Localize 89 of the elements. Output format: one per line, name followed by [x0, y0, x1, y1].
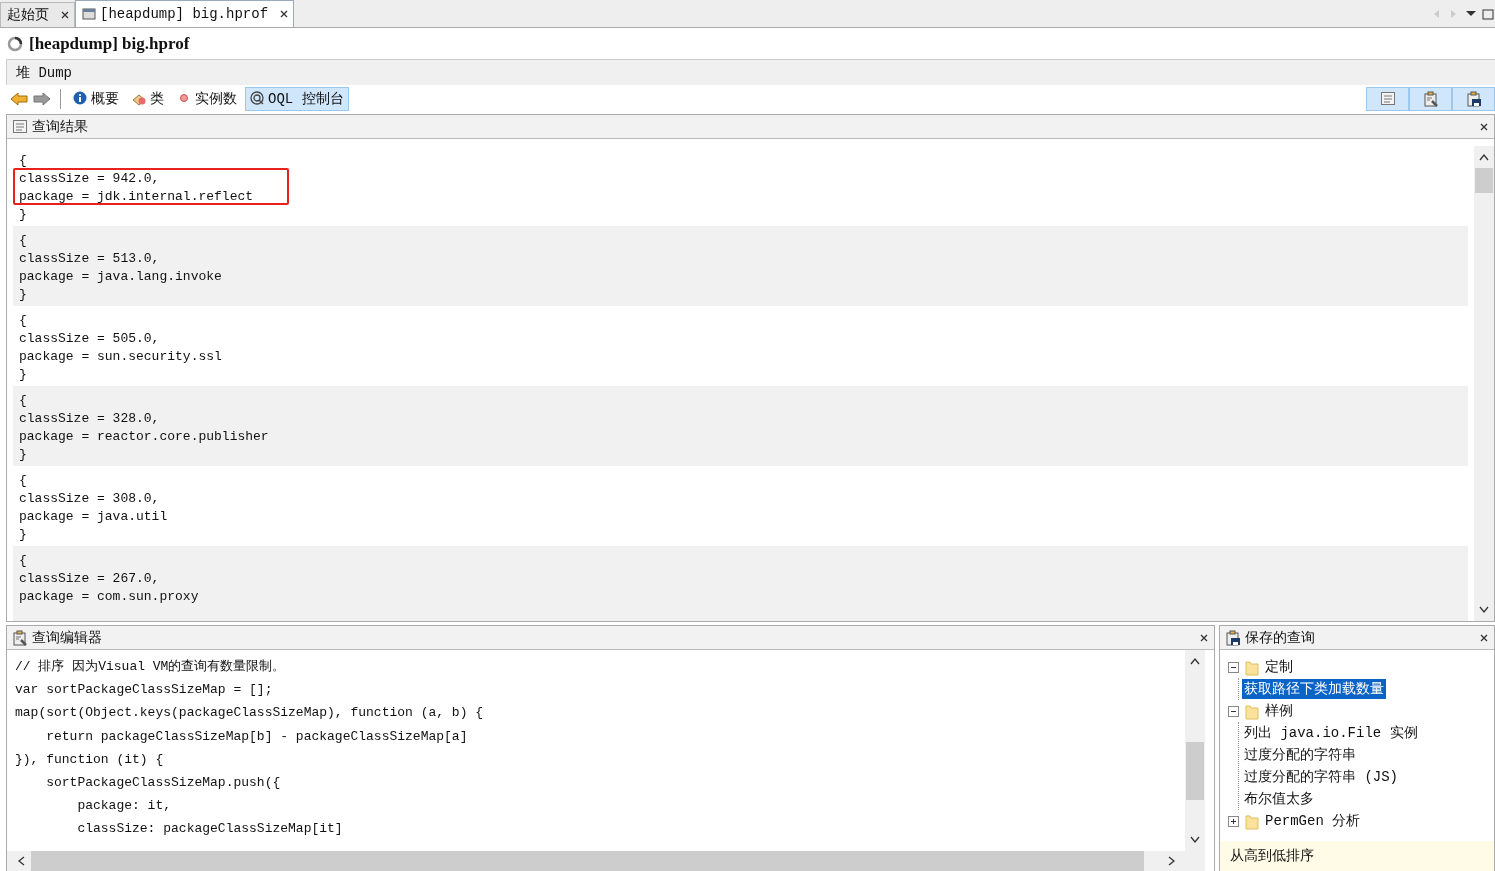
back-arrow-icon: [10, 91, 28, 106]
clipboard-icon: [1225, 629, 1241, 646]
result-line: classSize = 267.0,: [19, 570, 161, 588]
panel-title: 保存的查询: [1245, 628, 1315, 647]
code-line: map(sort(Object.keys(packageClassSizeMap), function (a, b) {: [15, 704, 485, 723]
result-line: {: [19, 312, 28, 330]
result-line: classSize = 328.0,: [19, 410, 161, 428]
window-icon: [82, 7, 96, 21]
result-line: package = sun.security.ssl: [19, 348, 223, 366]
document-icon: [12, 118, 28, 135]
result-line: classSize = 513.0,: [19, 250, 161, 268]
close-icon[interactable]: [61, 11, 69, 19]
scrollbar-thumb[interactable]: [1186, 742, 1204, 800]
close-icon[interactable]: [1200, 633, 1208, 642]
clipboard-icon: [1422, 90, 1439, 107]
clipboard-icon: [1465, 90, 1482, 107]
loading-icon: [7, 35, 23, 52]
document-icon: [1379, 90, 1396, 107]
panel-title: 查询编辑器: [32, 628, 102, 647]
folder-icon: [1245, 702, 1259, 720]
tree-item[interactable]: PermGen 分析: [1263, 811, 1363, 831]
result-line: {: [19, 232, 28, 250]
tree-item[interactable]: 列出 java.io.File 实例: [1242, 723, 1420, 743]
code-line: package: it,: [76, 797, 173, 816]
result-line: classSize = 942.0,: [19, 170, 161, 188]
result-line: package = java.util: [19, 508, 169, 526]
result-line: classSize = 308.0,: [19, 490, 161, 508]
result-line: package = reactor.core.publisher: [19, 428, 270, 446]
code-line: classSize: packageClassSizeMap[it]: [76, 820, 344, 839]
scrollbar[interactable]: [1474, 146, 1494, 621]
scroll-right-icon: [1168, 856, 1176, 866]
code-line: return packageClassSizeMap[b] - packageClassSizeMap[a]: [45, 727, 469, 746]
tree-item[interactable]: 样例: [1263, 701, 1295, 721]
result-line: package = com.sun.proxy: [19, 588, 200, 606]
scroll-up-icon: [1190, 657, 1200, 665]
toolbar-button[interactable]: 实例数: [172, 86, 242, 111]
close-icon[interactable]: [1480, 122, 1488, 131]
code-line: sortPackageClassSizeMap.push({: [45, 773, 282, 792]
tree-item[interactable]: 过度分配的字符串: [1242, 745, 1358, 765]
document-tab[interactable]: 起始页: [0, 2, 75, 27]
panel-title: 查询结果: [32, 117, 88, 136]
collapse-icon[interactable]: [1228, 705, 1239, 717]
result-line: }: [19, 206, 28, 224]
folder-icon: [1245, 812, 1259, 830]
tree-item[interactable]: 布尔值太多: [1242, 789, 1316, 809]
result-line: {: [19, 152, 28, 170]
code-line: // 排序 因为Visual VM的查询有数量限制。: [15, 658, 287, 676]
close-icon[interactable]: [280, 10, 289, 18]
info-icon: [73, 91, 87, 106]
document-tab[interactable]: [heapdump] big.hprof: [75, 0, 295, 27]
clipboard-icon: [12, 629, 28, 646]
toolbar-button[interactable]: OQL 控制台: [245, 86, 349, 111]
tab-label: 起始页: [7, 6, 49, 24]
folder-icon: [1245, 658, 1259, 676]
result-line: {: [19, 472, 28, 490]
result-line: }: [19, 286, 28, 304]
collapse-icon[interactable]: [1228, 661, 1239, 673]
tree-item[interactable]: 过度分配的字符串 (JS): [1242, 767, 1400, 787]
scrollbar-thumb[interactable]: [1475, 168, 1493, 193]
tooltip: 从高到低排序: [1220, 841, 1494, 871]
result-line: {: [19, 552, 28, 570]
magnifier-icon: [250, 91, 264, 106]
tree-item[interactable]: 定制: [1263, 657, 1295, 677]
tab-label: [heapdump] big.hprof: [100, 6, 269, 22]
scroll-up-icon: [1479, 153, 1489, 161]
code-line: var sortPackageClassSizeMap = [];: [15, 681, 274, 700]
view-toggle-button[interactable]: [1452, 86, 1495, 111]
scroll-left-icon: [17, 856, 25, 866]
view-toggle-button[interactable]: [1366, 86, 1409, 111]
result-line: package = jdk.internal.reflect: [19, 188, 255, 206]
scroll-down-icon: [1190, 836, 1200, 844]
result-line: {: [19, 392, 28, 410]
result-line: }: [19, 446, 28, 464]
scrollbar[interactable]: [1185, 650, 1205, 851]
view-tab[interactable]: 堆 Dump: [7, 63, 72, 82]
expand-icon[interactable]: [1228, 815, 1239, 827]
result-line: classSize = 505.0,: [19, 330, 161, 348]
code-line: }), function (it) {: [15, 750, 165, 769]
forward-arrow-icon: [33, 91, 51, 106]
result-line: }: [19, 526, 28, 544]
tree-item[interactable]: 获取路径下类加载数量: [1242, 679, 1386, 699]
toolbar-button[interactable]: 类: [127, 86, 169, 111]
view-toggle-button[interactable]: [1409, 86, 1452, 111]
document-title: [heapdump] big.hprof: [29, 33, 190, 54]
result-line: }: [19, 366, 28, 384]
close-icon[interactable]: [1480, 633, 1488, 642]
toolbar-button[interactable]: 概要: [68, 86, 124, 111]
result-line: package = java.lang.invoke: [19, 268, 223, 286]
scroll-down-icon: [1479, 606, 1489, 614]
